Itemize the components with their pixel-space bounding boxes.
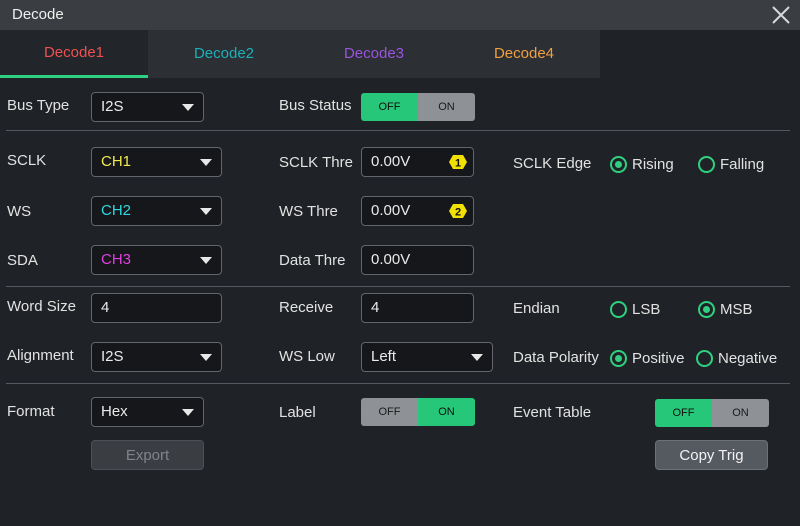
sclk-source-select[interactable]: CH1 [91, 147, 222, 177]
ws-low-label: WS Low [279, 348, 335, 365]
ws-thre-value: 0.00V [371, 202, 411, 219]
format-value: Hex [101, 403, 128, 420]
divider [6, 286, 790, 287]
copy-trig-button[interactable]: Copy Trig [655, 440, 768, 470]
ws-source-select[interactable]: CH2 [91, 196, 222, 226]
endian-lsb-radio[interactable]: LSB [610, 300, 668, 320]
radio-empty-icon [696, 350, 713, 367]
endian-msb-radio[interactable]: MSB [698, 300, 758, 320]
sclk-thre-input[interactable]: 0.00V 1 [361, 147, 474, 177]
radio-selected-icon [610, 156, 627, 173]
ws-thre-input[interactable]: 0.00V 2 [361, 196, 474, 226]
label-off[interactable]: OFF [361, 398, 418, 426]
endian-msb-label: MSB [720, 301, 753, 318]
ws-low-select[interactable]: Left [361, 342, 493, 372]
chevron-down-icon [200, 208, 212, 215]
close-icon[interactable] [770, 4, 792, 26]
export-button[interactable]: Export [91, 440, 204, 470]
bus-type-select[interactable]: I2S [91, 92, 204, 122]
ws-label: WS [7, 203, 32, 220]
radio-empty-icon [610, 301, 627, 318]
bus-type-label: Bus Type [7, 97, 70, 114]
sda-source-value: CH3 [101, 251, 132, 268]
sda-label: SDA [7, 252, 38, 269]
title-bar: Decode [0, 0, 800, 30]
receive-label: Receive [279, 299, 334, 316]
ws-low-value: Left [371, 348, 397, 365]
sclk-badge-number: 1 [455, 158, 461, 170]
receive-value: 4 [371, 299, 380, 316]
format-label: Format [7, 403, 55, 420]
tab-decode4[interactable]: Decode4 [450, 30, 598, 78]
radio-selected-icon [610, 350, 627, 367]
event-table-off[interactable]: OFF [655, 399, 712, 427]
polarity-positive-radio[interactable]: Positive [610, 349, 688, 369]
endian-label: Endian [513, 300, 560, 317]
sclk-edge-rising-radio[interactable]: Rising [610, 155, 682, 175]
polarity-negative-radio[interactable]: Negative [696, 349, 780, 369]
event-table-on[interactable]: ON [712, 399, 769, 427]
label-on[interactable]: ON [418, 398, 475, 426]
sda-source-select[interactable]: CH3 [91, 245, 222, 275]
sclk-source-value: CH1 [101, 153, 132, 170]
sclk-edge-falling-label: Falling [720, 156, 765, 173]
word-size-input[interactable]: 4 [91, 293, 222, 323]
window-title: Decode [12, 6, 64, 23]
ws-badge-number: 2 [455, 207, 461, 219]
channel-badge-icon: 1 [449, 155, 467, 170]
data-thre-value: 0.00V [371, 251, 411, 268]
endian-lsb-label: LSB [632, 301, 661, 318]
alignment-value: I2S [101, 348, 124, 365]
tab-decode2[interactable]: Decode2 [150, 30, 298, 78]
format-select[interactable]: Hex [91, 397, 204, 427]
data-thre-label: Data Thre [279, 252, 346, 269]
polarity-negative-label: Negative [718, 350, 778, 367]
tab-decode3[interactable]: Decode3 [300, 30, 448, 78]
bus-status-off[interactable]: OFF [361, 93, 418, 121]
radio-empty-icon [698, 156, 715, 173]
bus-type-value: I2S [101, 98, 124, 115]
data-thre-input[interactable]: 0.00V [361, 245, 474, 275]
decode-tabs: Decode1 Decode2 Decode3 Decode4 [0, 30, 600, 78]
ws-thre-label: WS Thre [279, 203, 338, 220]
receive-input[interactable]: 4 [361, 293, 474, 323]
chevron-down-icon [182, 409, 194, 416]
sclk-edge-label: SCLK Edge [513, 155, 592, 172]
divider [6, 130, 790, 131]
tab-decode1[interactable]: Decode1 [0, 30, 148, 78]
radio-selected-icon [698, 301, 715, 318]
bus-status-on[interactable]: ON [418, 93, 475, 121]
word-size-value: 4 [101, 299, 110, 316]
bus-status-toggle[interactable]: OFF ON [361, 93, 475, 121]
chevron-down-icon [200, 159, 212, 166]
sclk-edge-rising-label: Rising [632, 156, 674, 173]
sclk-thre-label: SCLK Thre [279, 154, 353, 171]
word-size-label: Word Size [7, 298, 76, 315]
label-label: Label [279, 404, 316, 421]
chevron-down-icon [200, 354, 212, 361]
event-table-toggle[interactable]: OFF ON [655, 399, 769, 427]
bus-status-label: Bus Status [279, 97, 352, 114]
chevron-down-icon [471, 354, 483, 361]
channel-badge-icon: 2 [449, 204, 467, 219]
chevron-down-icon [200, 257, 212, 264]
polarity-positive-label: Positive [632, 350, 685, 367]
label-toggle[interactable]: OFF ON [361, 398, 475, 426]
sclk-label: SCLK [7, 152, 47, 169]
event-table-label: Event Table [513, 404, 592, 421]
divider [6, 383, 790, 384]
alignment-label: Alignment [7, 347, 74, 364]
alignment-select[interactable]: I2S [91, 342, 222, 372]
chevron-down-icon [182, 104, 194, 111]
sclk-thre-value: 0.00V [371, 153, 411, 170]
ws-source-value: CH2 [101, 202, 132, 219]
sclk-edge-falling-radio[interactable]: Falling [698, 155, 778, 175]
data-polarity-label: Data Polarity [513, 349, 599, 366]
